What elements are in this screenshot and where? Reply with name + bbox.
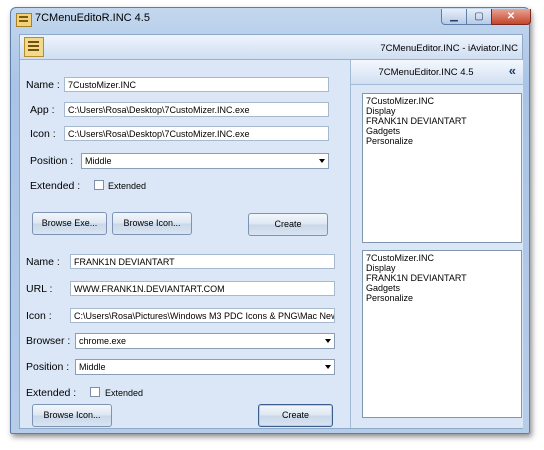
url-extended-checkbox-label[interactable]: Extended: [105, 388, 143, 398]
collapse-icon[interactable]: «: [509, 63, 516, 78]
app-icon: [16, 13, 32, 27]
header-band: 7CMenuEditor.INC - iAviator.INC: [20, 35, 522, 60]
minimize-button[interactable]: ▁: [441, 9, 467, 25]
url-name-label: Name :: [26, 256, 60, 268]
app-path-input[interactable]: C:\Users\Rosa\Desktop\7CustoMizer.INC.ex…: [64, 102, 329, 117]
position-select[interactable]: Middle: [81, 153, 329, 169]
url-position-select[interactable]: Middle: [75, 359, 335, 375]
extended-checkbox[interactable]: [94, 180, 104, 190]
panel-header: 7CMenuEditor.INC 4.5 «: [351, 60, 523, 85]
position-label: Position :: [30, 155, 74, 167]
browse-icon-button[interactable]: Browse Icon...: [112, 212, 192, 235]
window-title: 7CMenuEditoR.INC 4.5: [35, 12, 150, 24]
url-create-button[interactable]: Create: [258, 404, 333, 427]
list-item[interactable]: Gadgets: [366, 283, 518, 293]
create-button[interactable]: Create: [248, 213, 328, 236]
chevron-down-icon: [319, 159, 325, 163]
app-window: 7CMenuEditoR.INC 4.5 ▁ ▢ ✕ 7CMenuEditor.…: [10, 7, 531, 434]
chevron-down-icon: [325, 339, 331, 343]
browser-label: Browser :: [26, 335, 71, 347]
position-selected-value: Middle: [85, 156, 112, 166]
name-label: Name :: [26, 79, 60, 91]
app-label: App :: [30, 104, 55, 116]
url-extended-label: Extended :: [26, 387, 77, 399]
chevron-down-icon: [325, 365, 331, 369]
url-position-selected-value: Middle: [79, 362, 106, 372]
list-item[interactable]: FRANK1N DEVIANTART: [366, 116, 518, 126]
url-name-input[interactable]: FRANK1N DEVIANTART: [70, 254, 335, 269]
title-bar[interactable]: 7CMenuEditoR.INC 4.5 ▁ ▢ ✕: [11, 8, 531, 32]
header-title: 7CMenuEditor.INC - iAviator.INC: [380, 43, 518, 54]
list-item[interactable]: Personalize: [366, 293, 518, 303]
menu-preview-panel: 7CMenuEditor.INC 4.5 « 7CustoMizer.INC D…: [350, 60, 523, 428]
menu-items-list-bottom[interactable]: 7CustoMizer.INC Display FRANK1N DEVIANTA…: [362, 250, 522, 418]
list-item[interactable]: Personalize: [366, 136, 518, 146]
menu-items-list-top[interactable]: 7CustoMizer.INC Display FRANK1N DEVIANTA…: [362, 93, 522, 243]
list-item[interactable]: Display: [366, 263, 518, 273]
url-input[interactable]: WWW.FRANK1N.DEVIANTART.COM: [70, 281, 335, 296]
list-item[interactable]: Display: [366, 106, 518, 116]
url-label: URL :: [26, 283, 53, 295]
extended-checkbox-label[interactable]: Extended: [108, 181, 146, 191]
list-item[interactable]: FRANK1N DEVIANTART: [366, 273, 518, 283]
client-area: 7CMenuEditor.INC - iAviator.INC Name : 7…: [19, 34, 523, 429]
browser-select[interactable]: chrome.exe: [75, 333, 335, 349]
url-icon-path-input[interactable]: C:\Users\Rosa\Pictures\Windows M3 PDC Ic…: [70, 308, 335, 323]
icon-label: Icon :: [30, 128, 56, 140]
list-item[interactable]: 7CustoMizer.INC: [366, 253, 518, 263]
browse-exe-button[interactable]: Browse Exe...: [32, 212, 107, 235]
close-button[interactable]: ✕: [491, 9, 531, 25]
browser-selected-value: chrome.exe: [79, 336, 127, 346]
icon-path-input[interactable]: C:\Users\Rosa\Desktop\7CustoMizer.INC.ex…: [64, 126, 329, 141]
url-browse-icon-button[interactable]: Browse Icon...: [32, 404, 112, 427]
name-input[interactable]: 7CustoMizer.INC: [64, 77, 329, 92]
url-position-label: Position :: [26, 361, 70, 373]
list-item[interactable]: 7CustoMizer.INC: [366, 96, 518, 106]
list-item[interactable]: Gadgets: [366, 126, 518, 136]
url-extended-checkbox[interactable]: [90, 387, 100, 397]
left-panel: Name : 7CustoMizer.INC App : C:\Users\Ro…: [20, 60, 349, 428]
menu-editor-icon: [24, 37, 44, 57]
panel-title: 7CMenuEditor.INC 4.5: [378, 67, 474, 78]
url-icon-label: Icon :: [26, 310, 52, 322]
extended-label: Extended :: [30, 180, 81, 192]
maximize-button[interactable]: ▢: [466, 9, 492, 25]
